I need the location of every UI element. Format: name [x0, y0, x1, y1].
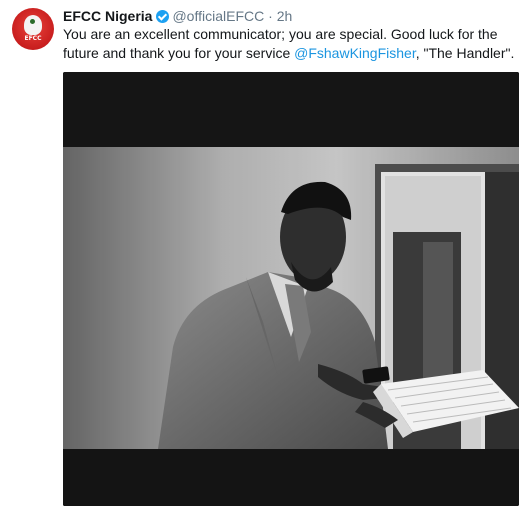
tweet-header: EFCC Nigeria @officialEFCC · 2h — [63, 8, 292, 25]
media-photo[interactable] — [63, 72, 519, 506]
tweet-text-tail: , "The Handler". — [415, 45, 515, 61]
avatar-logo-text: EFCC — [24, 35, 42, 42]
avatar[interactable]: EFCC — [12, 8, 54, 50]
tweet-text: You are an excellent communicator; you a… — [63, 25, 525, 63]
verified-badge-icon — [156, 10, 170, 23]
tweet[interactable]: EFCC EFCC Nigeria @officialEFCC · 2h You … — [0, 0, 531, 506]
timestamp[interactable]: 2h — [277, 8, 293, 24]
photo-image — [63, 72, 519, 506]
separator-dot: · — [268, 8, 273, 24]
display-name[interactable]: EFCC Nigeria — [63, 8, 152, 24]
user-handle[interactable]: @officialEFCC — [172, 8, 264, 24]
eagle-emblem-icon — [24, 15, 42, 35]
mention-link[interactable]: @FshawKingFisher — [294, 45, 416, 61]
